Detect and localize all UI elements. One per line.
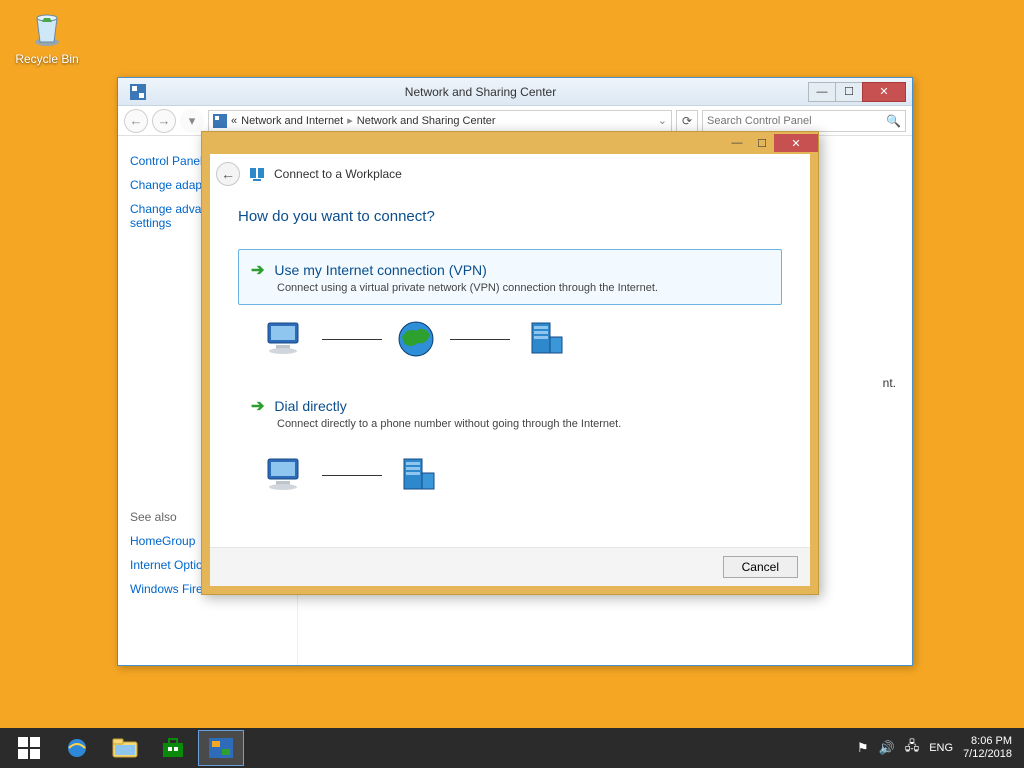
taskbar-explorer[interactable]	[102, 730, 148, 766]
breadcrumb-level1[interactable]: Network and Internet	[241, 115, 343, 127]
recycle-bin-label: Recycle Bin	[12, 52, 82, 66]
wizard-titlebar[interactable]: — ☐ ✕	[202, 132, 818, 154]
wizard-back-button[interactable]: ←	[216, 162, 240, 186]
recycle-bin-icon	[26, 6, 68, 48]
refresh-button[interactable]: ⟳	[676, 110, 698, 132]
dial-diagram	[264, 455, 782, 495]
breadcrumb-dropdown-icon[interactable]: ⌄	[658, 114, 667, 127]
wizard-body: How do you want to connect? ➔ Use my Int…	[210, 196, 810, 547]
minimize-button[interactable]: —	[808, 82, 836, 102]
wizard-close-button[interactable]: ✕	[774, 134, 818, 152]
taskbar-control-panel[interactable]	[198, 730, 244, 766]
nav-dropdown-button[interactable]: ▾	[180, 109, 204, 133]
search-input[interactable]	[707, 115, 886, 127]
breadcrumb-prefix: «	[231, 115, 237, 127]
maximize-button[interactable]: ☐	[835, 82, 863, 102]
wizard-header: ← Connect to a Workplace	[210, 154, 810, 196]
arrow-right-icon: ➔	[251, 396, 264, 416]
window-title: Network and Sharing Center	[152, 85, 809, 99]
computer-icon	[264, 321, 308, 357]
connect-workplace-wizard: — ☐ ✕ ← Connect to a Workplace How do yo…	[201, 131, 819, 595]
search-icon[interactable]: 🔍	[886, 114, 901, 128]
tray-date: 7/12/2018	[963, 748, 1012, 761]
nav-forward-button[interactable]: →	[152, 109, 176, 133]
option-vpn[interactable]: ➔ Use my Internet connection (VPN) Conne…	[238, 249, 782, 305]
tray-language[interactable]: ENG	[929, 742, 953, 754]
tray-volume-icon[interactable]: 🔊	[879, 740, 895, 756]
taskbar[interactable]: ⚑ 🔊 🖧 ENG 8:06 PM 7/12/2018	[0, 728, 1024, 768]
start-button[interactable]	[6, 730, 52, 766]
connector-line	[450, 339, 510, 340]
nav-back-button[interactable]: ←	[124, 109, 148, 133]
breadcrumb-level2[interactable]: Network and Sharing Center	[357, 115, 496, 127]
breadcrumb[interactable]: « Network and Internet ▸ Network and Sha…	[208, 110, 672, 132]
server-icon	[396, 455, 440, 495]
option-vpn-desc: Connect using a virtual private network …	[277, 282, 769, 294]
taskbar-store[interactable]	[150, 730, 196, 766]
cancel-button[interactable]: Cancel	[723, 556, 798, 578]
vpn-diagram	[264, 319, 782, 359]
tray-action-center-icon[interactable]: ⚑	[857, 740, 869, 756]
chevron-right-icon: ▸	[347, 114, 353, 127]
tray-clock[interactable]: 8:06 PM 7/12/2018	[963, 735, 1012, 761]
option-dial-title: Dial directly	[274, 398, 346, 414]
arrow-right-icon: ➔	[251, 260, 264, 280]
wizard-question: How do you want to connect?	[238, 208, 782, 225]
wizard-title: Connect to a Workplace	[274, 167, 402, 181]
control-panel-icon	[130, 84, 146, 100]
wizard-minimize-button[interactable]: —	[724, 134, 750, 152]
option-dial[interactable]: ➔ Dial directly Connect directly to a ph…	[238, 385, 782, 441]
control-panel-small-icon	[213, 114, 227, 128]
tray-network-icon[interactable]: 🖧	[905, 737, 920, 759]
recycle-bin[interactable]: Recycle Bin	[12, 6, 82, 66]
server-icon	[524, 319, 568, 359]
taskbar-ie[interactable]	[54, 730, 100, 766]
wizard-maximize-button[interactable]: ☐	[749, 134, 775, 152]
tray-time: 8:06 PM	[963, 735, 1012, 748]
wizard-footer: Cancel	[210, 547, 810, 586]
computer-icon	[264, 457, 308, 493]
option-dial-desc: Connect directly to a phone number witho…	[277, 418, 769, 430]
connector-line	[322, 475, 382, 476]
search-box[interactable]: 🔍	[702, 110, 906, 132]
globe-icon	[396, 319, 436, 359]
network-icon	[248, 165, 266, 183]
close-button[interactable]: ✕	[862, 82, 906, 102]
option-vpn-title: Use my Internet connection (VPN)	[274, 262, 486, 278]
system-tray: ⚑ 🔊 🖧 ENG 8:06 PM 7/12/2018	[857, 735, 1018, 761]
connector-line	[322, 339, 382, 340]
titlebar[interactable]: Network and Sharing Center — ☐ ✕	[118, 78, 912, 106]
obscured-text-fragment: nt.	[883, 376, 896, 390]
